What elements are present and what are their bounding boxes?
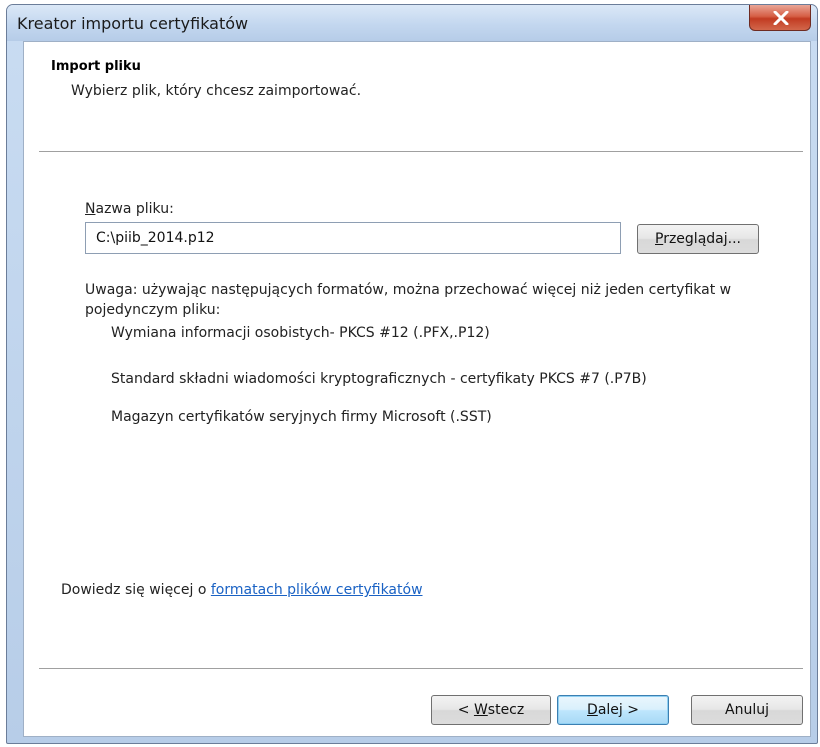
close-button[interactable] bbox=[749, 5, 811, 31]
wizard-client-area bbox=[23, 41, 811, 737]
format-pfx: Wymiana informacji osobistych- PKCS #12 … bbox=[111, 325, 490, 341]
cancel-button[interactable]: Anuluj bbox=[691, 695, 803, 725]
header-separator bbox=[39, 151, 803, 152]
learn-more: Dowiedz się więcej o formatach plików ce… bbox=[61, 582, 423, 598]
page-title: Import pliku bbox=[51, 59, 141, 74]
format-p7b: Standard składni wiadomości kryptografic… bbox=[111, 371, 647, 387]
next-button[interactable]: Dalej > bbox=[557, 695, 669, 725]
format-sst: Magazyn certyfikatów seryjnych firmy Mic… bbox=[111, 409, 492, 425]
file-name-label: Nazwa pliku: bbox=[85, 201, 174, 217]
footer-separator bbox=[39, 668, 803, 669]
wizard-window: Kreator importu certyfikatów Import plik… bbox=[6, 4, 818, 744]
page-subtitle: Wybierz plik, który chcesz zaimportować. bbox=[71, 83, 362, 99]
window-title: Kreator importu certyfikatów bbox=[17, 14, 249, 33]
browse-button[interactable]: Przeglądaj... bbox=[637, 224, 759, 254]
title-bar[interactable]: Kreator importu certyfikatów bbox=[7, 5, 817, 41]
formats-help-link[interactable]: formatach plików certyfikatów bbox=[211, 582, 423, 598]
formats-note: Uwaga: używając następujących formatów, … bbox=[85, 282, 732, 318]
close-icon bbox=[773, 11, 789, 25]
file-name-input[interactable] bbox=[85, 222, 621, 254]
back-button[interactable]: < Wstecz bbox=[431, 695, 551, 725]
